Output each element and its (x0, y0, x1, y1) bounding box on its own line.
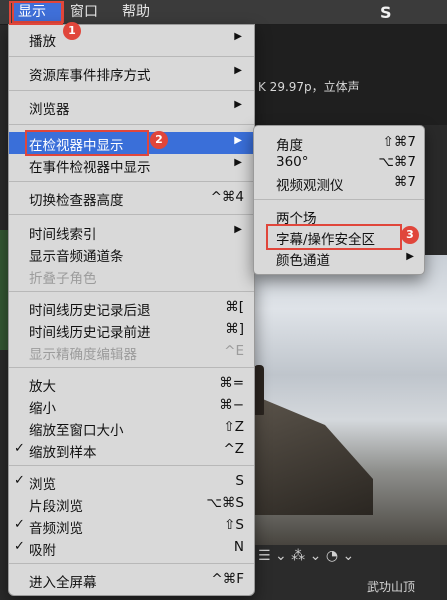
clip-label: 武功山顶 (367, 580, 416, 594)
menu-item-audio-skimming[interactable]: ✓ 音频浏览 ⇧S (9, 515, 254, 537)
menu-item-playback[interactable]: 播放 ▶ (9, 28, 254, 50)
menu-item-precision-editor: 显示精确度编辑器 ^E (29, 343, 244, 363)
submenu-item-color-channels[interactable]: 颜色通道 ▶ (254, 248, 424, 269)
annotation-badge-2: 2 (150, 131, 168, 149)
checkmark-icon: ✓ (14, 441, 25, 456)
checkmark-icon: ✓ (14, 473, 25, 488)
menu-separator (9, 367, 254, 368)
submenu-item-angles[interactable]: 角度 ⇧⌘7 (254, 133, 424, 154)
menu-item-browser[interactable]: 浏览器 ▶ (9, 96, 254, 118)
menu-separator (9, 291, 254, 292)
viewer-format-info: K 29.97p，立体声 (258, 80, 360, 94)
viewer-header (253, 25, 447, 125)
menu-item-show-audio-lanes[interactable]: 显示音频通道条 (9, 243, 254, 265)
submenu-item-video-scopes[interactable]: 视频观测仪 ⌘7 (254, 173, 424, 194)
viewer-controls[interactable]: ☰ ⌄ ⁂ ⌄ ◔ ⌄ (258, 548, 354, 564)
menu-help[interactable]: 帮助 (118, 2, 154, 22)
video-person-shape (254, 365, 264, 415)
menu-separator (254, 199, 424, 200)
annotation-badge-1: 1 (63, 22, 81, 40)
annotation-box-show-in-viewer (25, 130, 149, 156)
menu-item-show-in-event-viewer[interactable]: 在事件检视器中显示 ▶ (9, 154, 254, 176)
submenu-arrow-icon: ▶ (234, 224, 242, 235)
menu-item-library-sort[interactable]: 资源库事件排序方式 ▶ (9, 62, 254, 84)
menu-separator (9, 181, 254, 182)
menu-item-zoom-out[interactable]: 缩小 ⌘− (9, 395, 254, 417)
menu-item-zoom-to-samples[interactable]: ✓ 缩放到样本 ^Z (9, 439, 254, 461)
annotation-badge-3: 3 (401, 226, 419, 244)
submenu-arrow-icon: ▶ (234, 135, 242, 146)
submenu-arrow-icon: ▶ (234, 31, 242, 42)
menu-separator (9, 563, 254, 564)
menu-item-timeline-history-back[interactable]: 时间线历史记录后退 ⌘[ (9, 297, 254, 319)
menu-item-skimming[interactable]: ✓ 浏览 S (9, 471, 254, 493)
checkmark-icon: ✓ (14, 517, 25, 532)
menu-window[interactable]: 窗口 (66, 2, 102, 22)
annotation-box-title-action-safe (266, 224, 402, 250)
submenu-item-both-fields[interactable]: 两个场 (254, 206, 424, 227)
menu-item-snapping[interactable]: ✓ 吸附 N (9, 537, 254, 559)
menu-item-timeline-index[interactable]: 时间线索引 ▶ (9, 221, 254, 243)
submenu-arrow-icon: ▶ (234, 99, 242, 110)
menu-separator (9, 214, 254, 215)
menu-bar: 显示 窗口 帮助 S (0, 0, 447, 25)
submenu-arrow-icon: ▶ (406, 251, 414, 262)
annotation-box-display-menu (9, 1, 63, 25)
menu-separator (9, 90, 254, 91)
menu-item-collapse-subroles: 折叠子角色 (29, 271, 97, 287)
menu-separator (9, 56, 254, 57)
menu-item-clip-skimming[interactable]: 片段浏览 ⌥⌘S (9, 493, 254, 515)
submenu-item-360[interactable]: 360° ⌥⌘7 (254, 153, 424, 173)
checkmark-icon: ✓ (14, 539, 25, 554)
menu-item-timeline-history-forward[interactable]: 时间线历史记录前进 ⌘] (9, 319, 254, 341)
menu-item-enter-fullscreen[interactable]: 进入全屏幕 ^⌘F (9, 569, 254, 591)
menu-item-toggle-inspector-height[interactable]: 切换检查器高度 ^⌘4 (9, 187, 254, 209)
menu-separator (9, 465, 254, 466)
show-in-viewer-submenu: 角度 ⇧⌘7 360° ⌥⌘7 视频观测仪 ⌘7 两个场 字幕/操作安全区 颜色通道 ▶ (253, 125, 425, 275)
display-dropdown-menu: 播放 ▶ 资源库事件排序方式 ▶ 浏览器 ▶ 在检视器中显示 ▶ 在事件检视器中显示 ▶ … (8, 24, 255, 596)
menu-separator (9, 124, 254, 125)
submenu-arrow-icon: ▶ (234, 157, 242, 168)
menu-item-zoom-in[interactable]: 放大 ⌘= (9, 373, 254, 395)
menu-item-zoom-to-fit[interactable]: 缩放至窗口大小 ⇧Z (9, 417, 254, 439)
app-logo-icon: S (380, 3, 392, 22)
submenu-arrow-icon: ▶ (234, 65, 242, 76)
